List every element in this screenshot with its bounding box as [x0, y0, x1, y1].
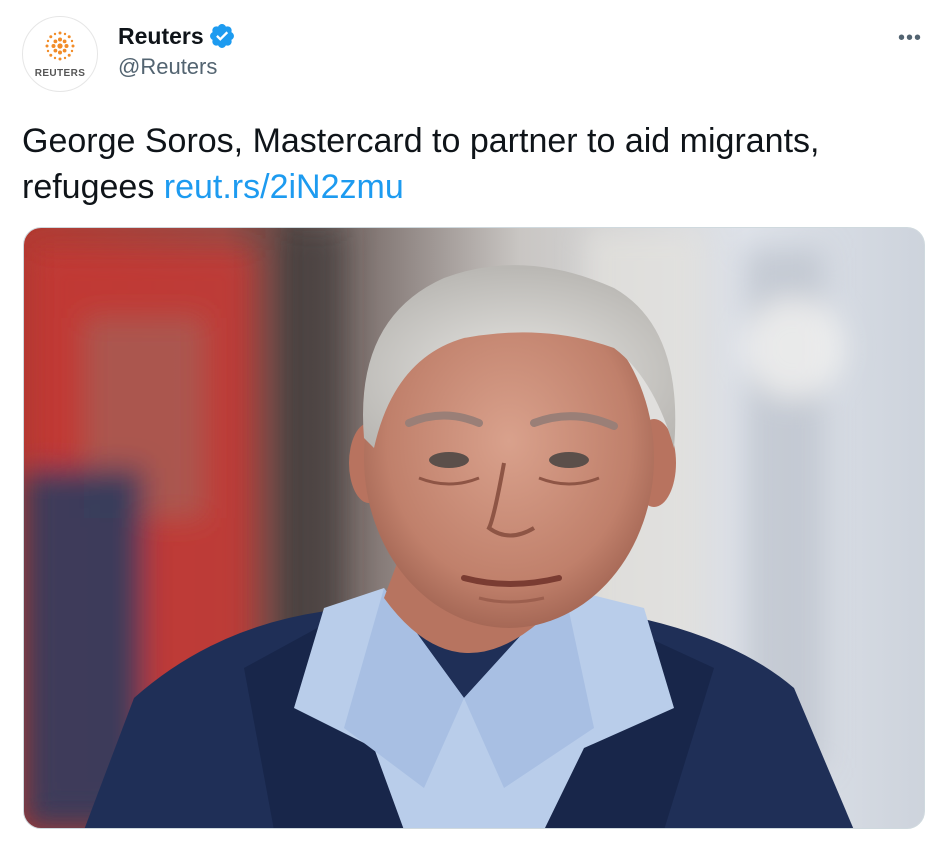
- avatar-logo-text: REUTERS: [34, 67, 86, 79]
- display-name[interactable]: Reuters: [118, 23, 204, 50]
- tweet-text: George Soros, Mastercard to partner to a…: [22, 118, 922, 210]
- verified-badge-icon: [209, 24, 234, 48]
- more-icon[interactable]: •••: [898, 28, 922, 48]
- tweet-link[interactable]: reut.rs/2iN2zmu: [164, 168, 404, 206]
- reuters-logo-icon: [45, 31, 75, 60]
- tweet-photo[interactable]: [23, 227, 925, 829]
- tweet: REUTERS Reuters @Reuters ••• George Soro…: [0, 0, 940, 846]
- tweet-text-body: George Soros, Mastercard to partner to a…: [22, 122, 820, 206]
- display-name-row: Reuters: [118, 20, 236, 52]
- account-names: Reuters @Reuters: [118, 20, 236, 80]
- avatar[interactable]: REUTERS: [22, 16, 98, 92]
- account-handle[interactable]: @Reuters: [118, 54, 236, 80]
- portrait-illustration: [24, 228, 924, 828]
